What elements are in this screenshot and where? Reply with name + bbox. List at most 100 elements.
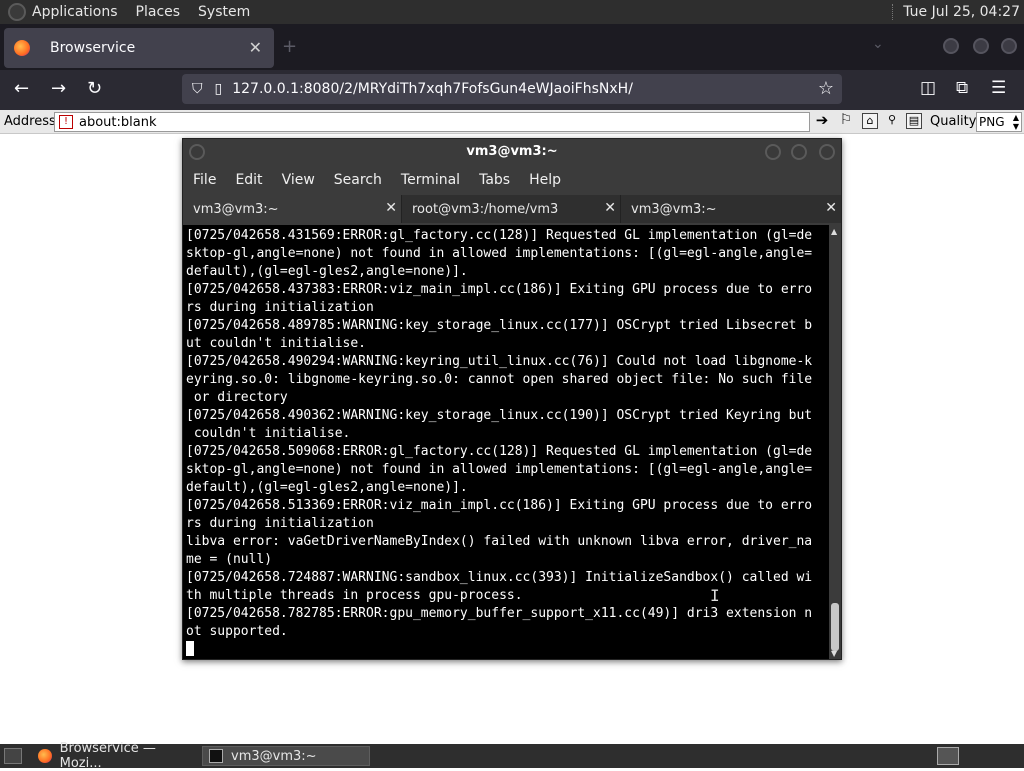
bookmark-star-icon[interactable]: ☆ — [818, 78, 834, 99]
maximize-window-button[interactable] — [973, 38, 989, 54]
extensions-icon[interactable]: ⧉ — [956, 78, 968, 98]
close-window-button[interactable] — [1001, 38, 1017, 54]
insecure-warning-icon: ! — [59, 115, 73, 129]
terminal-line: [0725/042658.490362:WARNING:key_storage_… — [186, 408, 813, 423]
terminal-line: eyring.so.0: libgnome-keyring.so.0: cann… — [186, 372, 813, 387]
menu-help[interactable]: Help — [529, 172, 561, 188]
spinner-icon[interactable]: ▲ ▼ — [1013, 113, 1021, 131]
taskbar-item-label: vm3@vm3:~ — [231, 748, 317, 764]
find-icon[interactable]: ⚲ — [884, 113, 900, 129]
menu-search[interactable]: Search — [334, 172, 382, 188]
terminal-line: libva error: vaGetDriverNameByIndex() fa… — [186, 534, 813, 549]
terminal-line: ut couldn't initialise. — [186, 336, 367, 351]
page-info-icon[interactable]: ▯ — [215, 81, 223, 97]
terminal-tab-label: vm3@vm3:~ — [631, 202, 717, 217]
scroll-down-arrow-icon[interactable]: ▼ — [831, 649, 837, 658]
terminal-line: [0725/042658.513369:ERROR:viz_main_impl.… — [186, 498, 813, 513]
close-tab-icon[interactable]: ✕ — [604, 200, 616, 216]
quality-value: PNG — [979, 115, 1005, 129]
menu-tabs[interactable]: Tabs — [479, 172, 510, 188]
panel-grip — [892, 4, 895, 20]
close-tab-icon[interactable]: ✕ — [825, 200, 837, 216]
terminal-line: ot supported. — [186, 624, 288, 639]
terminal-line: rs during initialization — [186, 516, 374, 531]
terminal-line: me = (null) — [186, 552, 273, 567]
terminal-tab-label: root@vm3:/home/vm3 — [412, 202, 559, 217]
terminal-tab-label: vm3@vm3:~ — [193, 202, 279, 217]
mouse-ibeam-cursor-icon: I — [710, 586, 720, 605]
scroll-up-arrow-icon[interactable]: ▲ — [831, 227, 837, 236]
terminal-line: [0725/042658.431569:ERROR:gl_factory.cc(… — [186, 228, 813, 243]
terminal-line: or directory — [186, 390, 288, 405]
address-field[interactable]: ! about:blank — [54, 112, 810, 132]
hamburger-menu-icon[interactable]: ☰ — [991, 78, 1006, 98]
address-value[interactable]: about:blank — [79, 115, 157, 130]
forward-arrow-icon[interactable]: → — [51, 78, 66, 99]
terminal-line: rs during initialization — [186, 300, 374, 315]
new-tab-button[interactable]: + — [282, 36, 297, 57]
minimize-window-button[interactable] — [943, 38, 959, 54]
terminal-close-button[interactable] — [819, 144, 835, 160]
close-tab-icon[interactable]: ✕ — [249, 38, 262, 57]
address-label: Address — [4, 114, 56, 129]
home-icon[interactable]: ⌂ — [862, 113, 878, 129]
terminal-maximize-button[interactable] — [791, 144, 807, 160]
terminal-minimize-button[interactable] — [765, 144, 781, 160]
quality-select[interactable]: PNG ▲ ▼ — [976, 112, 1022, 132]
terminal-titlebar[interactable]: vm3@vm3:~ — [183, 139, 841, 165]
terminal-line: [0725/042658.490294:WARNING:keyring_util… — [186, 354, 813, 369]
shield-icon[interactable]: ⛉ — [192, 81, 203, 97]
taskbar: Browservice — Mozi... vm3@vm3:~ — [0, 741, 1024, 771]
terminal-tab-bar: vm3@vm3:~ ✕ root@vm3:/home/vm3 ✕ vm3@vm3… — [183, 195, 841, 223]
terminal-line: [0725/042658.724887:WARNING:sandbox_linu… — [186, 570, 813, 585]
browservice-bar: Address ! about:blank ➔ ⚐ ⌂ ⚲ ▤ Quality … — [0, 110, 1024, 134]
firefox-icon — [14, 40, 30, 56]
terminal-line: default),(gl=egl-gles2,angle=none)]. — [186, 480, 468, 495]
terminal-icon — [209, 749, 223, 763]
menu-edit[interactable]: Edit — [235, 172, 262, 188]
terminal-line: sktop-gl,angle=none) not found in allowe… — [186, 246, 813, 261]
browser-tab-bar: Browservice ✕ + ⌄ — [0, 24, 1024, 70]
terminal-scrollbar[interactable]: ▲ ▼ — [829, 225, 841, 659]
quality-label: Quality — [930, 114, 977, 129]
reload-icon[interactable]: ↻ — [87, 78, 102, 99]
terminal-prompt-line — [186, 641, 829, 659]
terminal-tab-1[interactable]: vm3@vm3:~ ✕ — [183, 195, 402, 223]
url-bar[interactable]: ⛉ ▯ 127.0.0.1:8080/2/MRYdiTh7xqh7FofsGun… — [182, 74, 842, 104]
bookmark-icon[interactable]: ⚐ — [838, 113, 854, 129]
window-menu-button[interactable] — [189, 144, 205, 160]
menu-places[interactable]: Places — [136, 4, 181, 20]
terminal-line: [0725/042658.509068:ERROR:gl_factory.cc(… — [186, 444, 813, 459]
terminal-line: default),(gl=egl-gles2,angle=none)]. — [186, 264, 468, 279]
tab-list-button[interactable]: ⌄ — [872, 36, 884, 52]
taskbar-item-terminal[interactable]: vm3@vm3:~ — [202, 746, 370, 766]
url-text[interactable]: 127.0.0.1:8080/2/MRYdiTh7xqh7FofsGun4eWJ… — [232, 81, 633, 97]
menu-system[interactable]: System — [198, 4, 250, 20]
show-desktop-icon[interactable] — [4, 748, 22, 764]
browser-tab[interactable]: Browservice ✕ — [4, 28, 274, 68]
distro-logo-icon[interactable] — [8, 3, 26, 21]
workspace-switcher[interactable] — [937, 747, 959, 765]
clipboard-icon[interactable]: ▤ — [906, 113, 922, 129]
top-panel: Applications Places System Tue Jul 25, 0… — [0, 0, 1024, 24]
clock[interactable]: Tue Jul 25, 04:27 — [903, 4, 1020, 20]
terminal-output[interactable]: [0725/042658.431569:ERROR:gl_factory.cc(… — [183, 225, 829, 659]
back-arrow-icon[interactable]: ← — [14, 78, 29, 99]
menu-terminal[interactable]: Terminal — [401, 172, 460, 188]
terminal-line: th multiple threads in process gpu-proce… — [186, 588, 523, 603]
pocket-icon[interactable]: ◫ — [920, 78, 936, 98]
menu-view[interactable]: View — [282, 172, 315, 188]
terminal-cursor — [186, 641, 194, 656]
firefox-icon — [38, 749, 52, 763]
scrollbar-thumb[interactable] — [831, 603, 839, 651]
terminal-tab-2[interactable]: root@vm3:/home/vm3 ✕ — [402, 195, 621, 223]
terminal-tab-3[interactable]: vm3@vm3:~ ✕ — [621, 195, 841, 223]
taskbar-item-browser[interactable]: Browservice — Mozi... — [32, 741, 198, 771]
menu-file[interactable]: File — [193, 172, 216, 188]
close-tab-icon[interactable]: ✕ — [385, 200, 397, 216]
browser-tab-title: Browservice — [50, 40, 136, 56]
go-arrow-icon[interactable]: ➔ — [814, 113, 830, 129]
menu-applications[interactable]: Applications — [32, 4, 118, 20]
terminal-line: [0725/042658.489785:WARNING:key_storage_… — [186, 318, 813, 333]
terminal-line: sktop-gl,angle=none) not found in allowe… — [186, 462, 813, 477]
